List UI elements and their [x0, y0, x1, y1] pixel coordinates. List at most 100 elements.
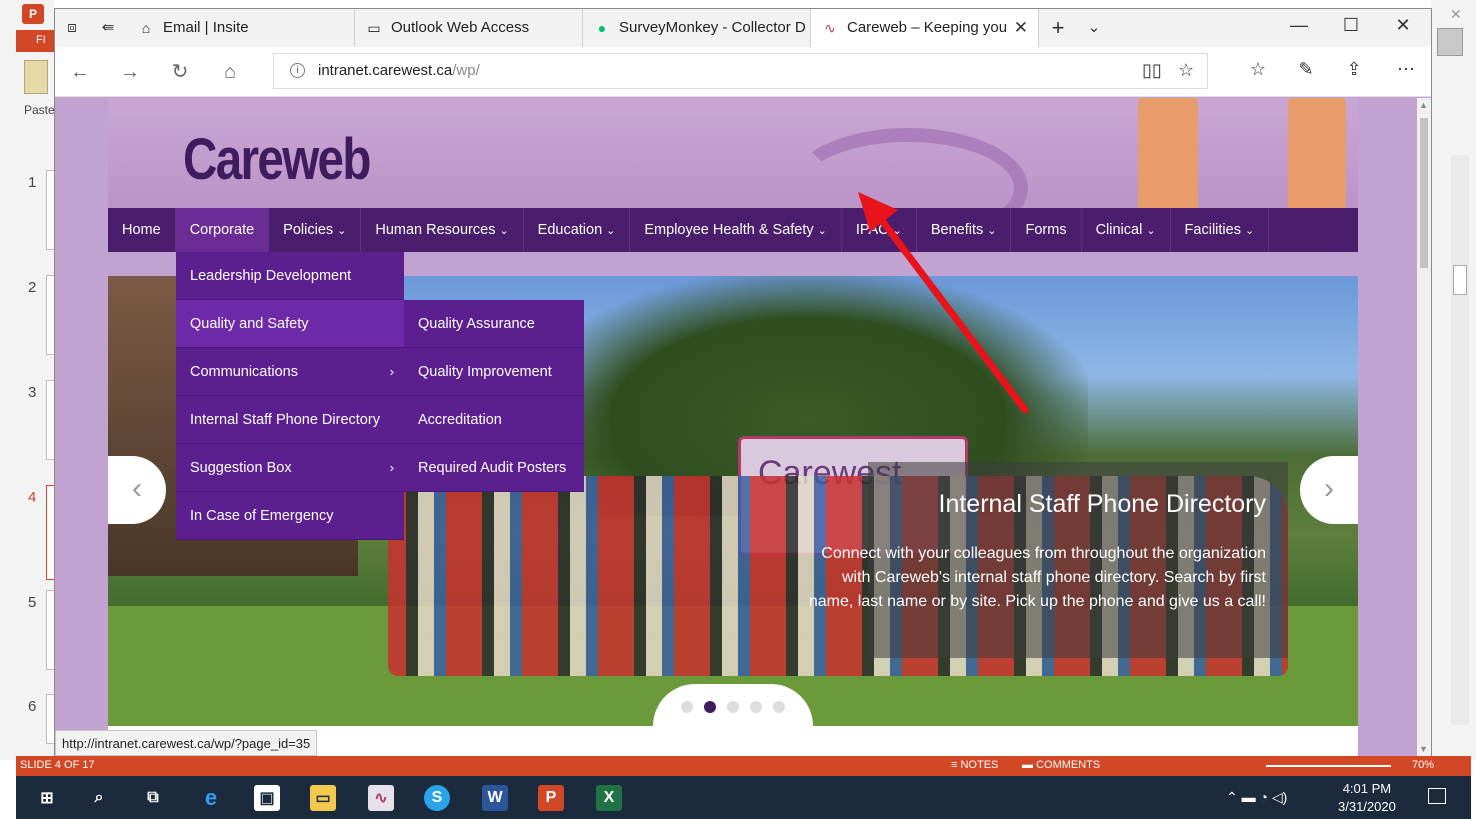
menu-item-in-case-of-emergency[interactable]: In Case of Emergency: [176, 492, 404, 540]
nav-education[interactable]: Education ⌄: [524, 208, 631, 252]
tab-set-aside-icon[interactable]: ⧈: [61, 17, 83, 39]
submenu-item-quality-improvement[interactable]: Quality Improvement: [404, 348, 584, 396]
slider-dot[interactable]: [773, 701, 785, 713]
close-icon[interactable]: ✕: [1450, 6, 1462, 23]
tab-title: Careweb – Keeping you: [847, 19, 1008, 36]
powerpoint-taskbar-icon[interactable]: P: [538, 785, 564, 811]
menu-item-quality-and-safety[interactable]: Quality and Safety: [176, 300, 404, 348]
more-menu-icon[interactable]: ⋯: [1393, 59, 1419, 80]
action-center-icon[interactable]: [1428, 788, 1446, 804]
excel-icon[interactable]: X: [596, 785, 622, 811]
nav-label: Benefits: [930, 222, 984, 238]
home-button-icon[interactable]: ⌂: [217, 59, 243, 85]
slide-thumbnail[interactable]: [46, 170, 54, 250]
favorite-star-icon[interactable]: ☆: [1178, 60, 1194, 81]
slide-scrollbar[interactable]: [1451, 155, 1469, 725]
menu-item-suggestion-box[interactable]: Suggestion Box ›: [176, 444, 404, 492]
main-navigation: Home Corporate Policies ⌄ Human Resources…: [108, 208, 1358, 252]
slider-dot[interactable]: [750, 701, 762, 713]
nav-corporate[interactable]: Corporate: [175, 208, 270, 252]
site-logo[interactable]: Careweb: [183, 126, 371, 193]
careweb-app-icon[interactable]: ∿: [368, 785, 394, 811]
scroll-up-icon[interactable]: ▲: [1419, 100, 1428, 110]
slide-thumbnail[interactable]: [46, 380, 54, 460]
store-icon[interactable]: ▣: [254, 785, 280, 811]
submenu-item-accreditation[interactable]: Accreditation: [404, 396, 584, 444]
nav-benefits[interactable]: Benefits ⌄: [917, 208, 1012, 252]
slider-dot[interactable]: [727, 701, 739, 713]
nav-home[interactable]: Home: [108, 208, 176, 252]
slider-next-button[interactable]: ›: [1300, 456, 1358, 524]
file-explorer-icon[interactable]: ▭: [310, 785, 336, 811]
nav-policies[interactable]: Policies ⌄: [269, 208, 362, 252]
menu-item-leadership-development[interactable]: Leadership Development: [176, 252, 404, 300]
avatar[interactable]: [1437, 28, 1463, 56]
menu-item-communications[interactable]: Communications ›: [176, 348, 404, 396]
scroll-down-icon[interactable]: ▼: [1419, 744, 1428, 754]
minimize-icon[interactable]: —: [1279, 15, 1319, 36]
nav-forms[interactable]: Forms: [1011, 208, 1082, 252]
slider-dot-active[interactable]: [704, 701, 716, 713]
comments-button[interactable]: ▬ COMMENTS: [1022, 759, 1100, 771]
address-toolbar: ← → ↻ ⌂ i intranet.carewest.ca/wp/ ▯▯ ☆ …: [55, 47, 1431, 97]
notes-button[interactable]: ≡ NOTES: [951, 759, 998, 771]
nav-employee-health-safety[interactable]: Employee Health & Safety ⌄: [630, 208, 842, 252]
tab-title: SurveyMonkey - Collector D: [619, 19, 806, 36]
forward-icon[interactable]: →: [117, 59, 143, 85]
back-icon[interactable]: ←: [67, 59, 93, 85]
url-text[interactable]: intranet.carewest.ca/wp/: [318, 62, 480, 79]
tab-surveymonkey[interactable]: ● SurveyMonkey - Collector D: [583, 9, 811, 47]
show-tabs-aside-icon[interactable]: ⇚: [97, 17, 119, 39]
nav-human-resources[interactable]: Human Resources ⌄: [361, 208, 524, 252]
chevron-right-icon: ›: [389, 364, 394, 379]
close-tab-icon[interactable]: ✕: [1014, 18, 1028, 38]
menu-item-internal-staff-phone-directory[interactable]: Internal Staff Phone Directory: [176, 396, 404, 444]
window-close-icon[interactable]: ✕: [1383, 15, 1423, 36]
system-tray-icons[interactable]: ⌃ ▬ ◔ ◁): [1226, 789, 1287, 806]
slide-thumbnail-active[interactable]: [46, 485, 54, 580]
nav-ipac[interactable]: IPAC ⌄: [842, 208, 917, 252]
slide-body: Connect with your colleagues from throug…: [808, 545, 1266, 610]
windows-start-icon[interactable]: ⊞: [34, 785, 60, 811]
refresh-icon[interactable]: ↻: [167, 59, 193, 85]
powerpoint-file-tab[interactable]: FI: [16, 30, 54, 52]
favorites-hub-icon[interactable]: ☆: [1245, 59, 1271, 80]
new-tab-icon[interactable]: +: [1047, 17, 1069, 39]
powerpoint-logo-icon: P: [22, 4, 44, 24]
slide-thumbnail[interactable]: [46, 694, 54, 744]
submenu-item-required-audit-posters[interactable]: Required Audit Posters: [404, 444, 584, 492]
site-info-icon[interactable]: i: [290, 63, 305, 78]
share-icon[interactable]: ⇪: [1341, 59, 1367, 80]
tab-outlook-web-access[interactable]: ▭ Outlook Web Access: [355, 9, 583, 47]
slide-title[interactable]: Internal Staff Phone Directory: [939, 490, 1267, 519]
skype-icon[interactable]: S: [424, 785, 450, 811]
slide-thumbnail[interactable]: [46, 275, 54, 355]
reading-view-icon[interactable]: ▯▯: [1142, 60, 1162, 81]
paste-label[interactable]: Paste: [24, 103, 55, 117]
slider-dot[interactable]: [681, 701, 693, 713]
scrollbar-thumb[interactable]: [1420, 118, 1428, 268]
tab-email-insite[interactable]: ⌂ Email | Insite: [127, 9, 355, 47]
maximize-icon[interactable]: ☐: [1331, 15, 1371, 36]
word-icon[interactable]: W: [482, 785, 508, 811]
slide-number: 5: [28, 594, 37, 611]
paste-icon[interactable]: [24, 60, 48, 94]
edge-browser-icon[interactable]: e: [198, 785, 224, 811]
slide-number: 6: [28, 698, 37, 715]
scrollbar-thumb[interactable]: [1453, 265, 1467, 295]
nav-clinical[interactable]: Clinical ⌄: [1082, 208, 1171, 252]
page-scrollbar[interactable]: ▲ ▼: [1417, 98, 1431, 756]
address-bar[interactable]: i intranet.carewest.ca/wp/ ▯▯ ☆: [273, 53, 1208, 89]
search-icon[interactable]: ⌕: [86, 785, 112, 811]
slide-thumbnail[interactable]: [46, 590, 54, 670]
zoom-slider[interactable]: [1266, 765, 1391, 767]
web-note-pen-icon[interactable]: ✎: [1293, 59, 1319, 80]
submenu-item-quality-assurance[interactable]: Quality Assurance: [404, 300, 584, 348]
zoom-level[interactable]: 70%: [1412, 759, 1434, 771]
tab-careweb[interactable]: ∿ Careweb – Keeping you ✕: [811, 9, 1039, 47]
nav-facilities[interactable]: Facilities ⌄: [1171, 208, 1270, 252]
clock[interactable]: 4:01 PM 3/31/2020: [1338, 780, 1396, 816]
tab-preview-chevron-icon[interactable]: ⌄: [1083, 17, 1105, 39]
slider-pagination: [653, 684, 813, 726]
task-view-icon[interactable]: ⧉: [140, 785, 166, 811]
